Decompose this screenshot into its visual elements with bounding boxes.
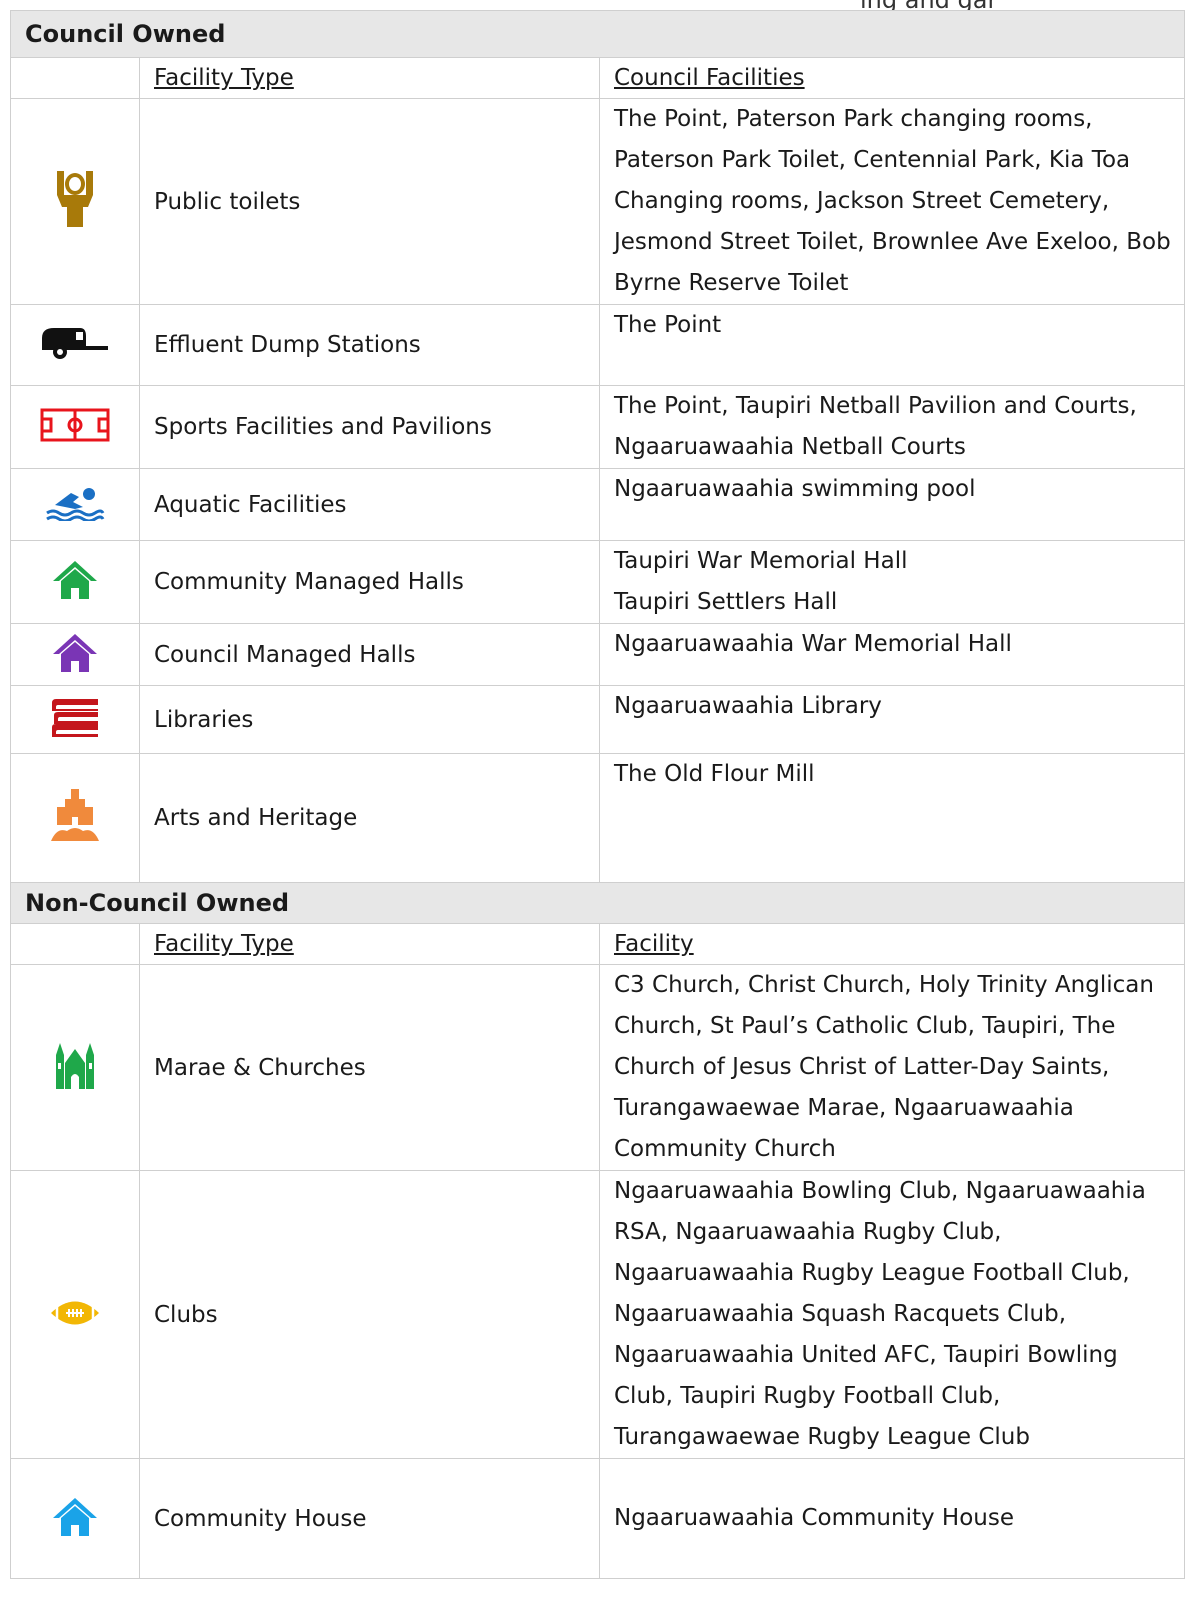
facility-type: Marae & Churches [139,964,600,1171]
facility-list: The Old Flour Mill [599,753,1185,883]
facility-type: Council Managed Halls [139,623,600,686]
table-row: Council Managed Halls Ngaaruawaahia War … [10,623,1185,686]
facility-type: Sports Facilities and Pavilions [139,385,600,469]
column-header-row: Facility Type Council Facilities [10,57,1185,99]
facilities-table: Council Owned Facility Type Council Faci… [10,10,1185,1579]
column-header-facility-type: Facility Type [139,923,600,965]
facility-type: Community House [139,1458,600,1579]
section-title: Council Owned [10,10,1185,58]
table-row: Sports Facilities and Pavilions The Poin… [10,385,1185,469]
table-row: Community Managed Halls Taupiri War Memo… [10,540,1185,624]
section-header-non-council-owned: Non-Council Owned [10,882,1185,924]
swimmer-icon [45,485,105,522]
books-icon [48,697,102,739]
facility-list: Ngaaruawaahia Community House [599,1458,1185,1579]
facility-type: Clubs [139,1170,600,1459]
facility-list: Ngaaruawaahia Library [599,685,1185,754]
column-header-icon [10,57,140,99]
house-icon [52,633,98,673]
facility-type: Public toilets [139,98,600,305]
facility-list: Ngaaruawaahia Bowling Club, Ngaaruawaahi… [599,1170,1185,1459]
facility-type: Arts and Heritage [139,753,600,883]
table-row: Marae & Churches C3 Church, Christ Churc… [10,964,1185,1171]
facility-type: Community Managed Halls [139,540,600,624]
table-row: Clubs Ngaaruawaahia Bowling Club, Ngaaru… [10,1170,1185,1459]
table-row: Public toilets The Point, Paterson Park … [10,98,1185,305]
facility-list: The Point [599,304,1185,386]
castle-icon [51,789,99,843]
column-header-council-facilities: Council Facilities [599,57,1185,99]
house-icon [52,1497,98,1537]
section-header-council-owned: Council Owned [10,10,1185,58]
column-header-facility: Facility [599,923,1185,965]
facility-line: Taupiri Settlers Hall [614,589,838,615]
facility-type: Aquatic Facilities [139,468,600,541]
table-row: Arts and Heritage The Old Flour Mill [10,753,1185,883]
table-row: Effluent Dump Stations The Point [10,304,1185,386]
facility-list: C3 Church, Christ Church, Holy Trinity A… [599,964,1185,1171]
facility-list: Ngaaruawaahia swimming pool [599,468,1185,541]
section-title: Non-Council Owned [10,882,1185,924]
facility-line: Taupiri War Memorial Hall [614,548,908,574]
facility-list: Taupiri War Memorial Hall Taupiri Settle… [599,540,1185,624]
facility-type: Libraries [139,685,600,754]
table-row: Libraries Ngaaruawaahia Library [10,685,1185,754]
caravan-icon [40,326,110,360]
church-icon [54,1041,96,1091]
facility-type: Effluent Dump Stations [139,304,600,386]
sports-field-icon [40,408,110,442]
table-row: Aquatic Facilities Ngaaruawaahia swimmin… [10,468,1185,541]
toilet-icon [55,170,95,229]
column-header-facility-type: Facility Type [139,57,600,99]
facility-list: The Point, Paterson Park changing rooms,… [599,98,1185,305]
column-header-icon [10,923,140,965]
column-header-row: Facility Type Facility [10,923,1185,965]
facility-list: Ngaaruawaahia War Memorial Hall [599,623,1185,686]
football-icon [49,1298,101,1328]
facility-list: The Point, Taupiri Netball Pavilion and … [599,385,1185,469]
table-row: Community House Ngaaruawaahia Community … [10,1458,1185,1579]
house-icon [52,560,98,600]
